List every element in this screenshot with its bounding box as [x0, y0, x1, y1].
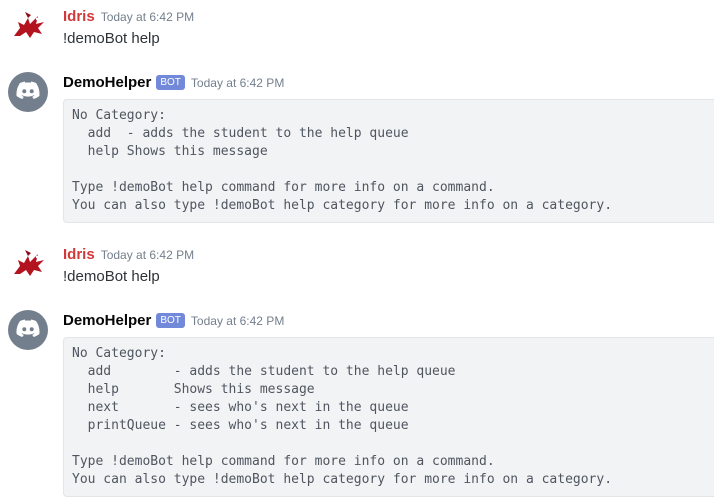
code-line: add - adds the student to the help queue — [72, 364, 456, 379]
message-demohelper-1: DemoHelper BOT Today at 6:42 PM No Categ… — [0, 0, 714, 230]
code-line: You can also type !demoBot help category… — [72, 198, 613, 213]
code-line: printQueue - sees who's next in the queu… — [72, 418, 409, 433]
timestamp[interactable]: Today at 6:42 PM — [191, 314, 284, 328]
code-line: help Shows this message — [72, 144, 268, 159]
code-line: next - sees who's next in the queue — [72, 400, 409, 415]
message-header: DemoHelper BOT Today at 6:42 PM — [63, 74, 284, 92]
discord-logo-icon — [16, 81, 40, 104]
code-block: No Category: add - adds the student to t… — [63, 99, 714, 223]
code-line: You can also type !demoBot help category… — [72, 472, 613, 487]
message-demohelper-2: DemoHelper BOT Today at 6:42 PM No Categ… — [0, 238, 714, 498]
discord-logo-icon — [16, 319, 40, 342]
timestamp[interactable]: Today at 6:42 PM — [191, 76, 284, 90]
code-line: No Category: — [72, 346, 166, 361]
code-line: help Shows this message — [72, 382, 315, 397]
username[interactable]: DemoHelper — [63, 74, 151, 91]
code-line: add - adds the student to the help queue — [72, 126, 409, 141]
avatar[interactable] — [8, 72, 48, 112]
message-header: DemoHelper BOT Today at 6:42 PM — [63, 312, 284, 330]
bot-tag: BOT — [156, 75, 185, 90]
code-line: No Category: — [72, 108, 166, 123]
avatar[interactable] — [8, 310, 48, 350]
bot-tag: BOT — [156, 313, 185, 328]
username[interactable]: DemoHelper — [63, 312, 151, 329]
code-line: Type !demoBot help command for more info… — [72, 454, 495, 469]
code-line: Type !demoBot help command for more info… — [72, 180, 495, 195]
code-block: No Category: add - adds the student to t… — [63, 337, 714, 497]
